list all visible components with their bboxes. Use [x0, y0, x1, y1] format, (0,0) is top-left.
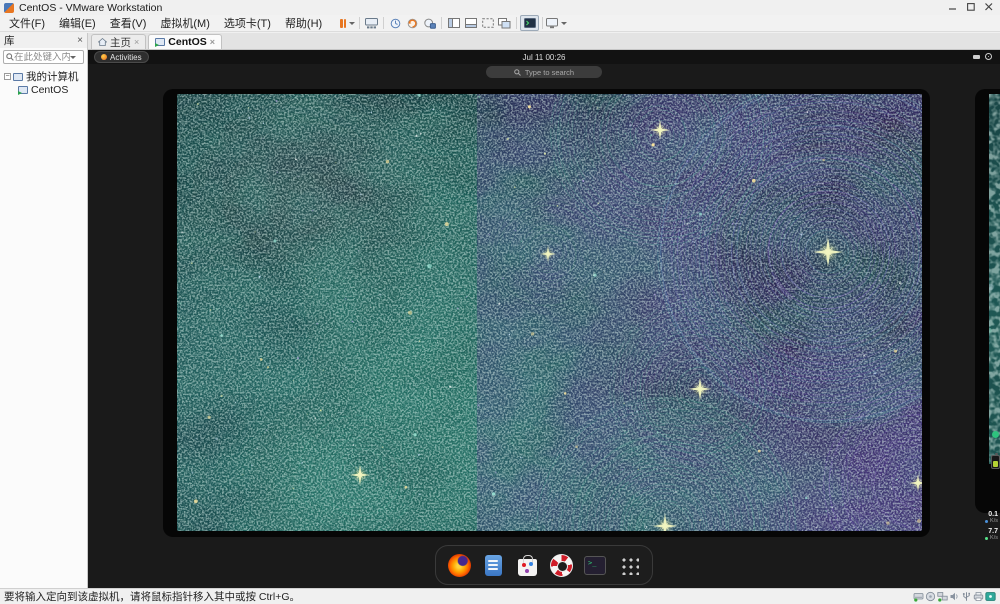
dock-software-icon[interactable] — [515, 553, 539, 577]
tab-home[interactable]: 主页 × — [91, 34, 146, 49]
show-library-button[interactable] — [445, 16, 462, 31]
maximize-button[interactable] — [962, 0, 980, 14]
menu-file[interactable]: 文件(F) — [2, 15, 52, 31]
keyboard-icon — [365, 18, 378, 29]
upload-speed-value: 7.7 — [985, 528, 998, 535]
wallpaper-image — [177, 94, 922, 531]
library-title: 库 — [4, 33, 15, 48]
menu-view[interactable]: 查看(V) — [103, 15, 154, 31]
clock-menu[interactable]: Jul 11 00:26 — [88, 53, 1000, 62]
revert-snapshot-button[interactable] — [404, 16, 421, 31]
full-screen-button[interactable] — [479, 16, 496, 31]
chevron-down-icon — [561, 22, 567, 25]
network-adapter-icon[interactable] — [937, 591, 948, 602]
snapshot-manager-button[interactable] — [421, 16, 438, 31]
title-bar: CentOS - VMware Workstation — [0, 0, 1000, 15]
computer-icon — [13, 73, 23, 81]
status-bar: 要将输入定向到该虚拟机，请将鼠标指针移入其中或按 Ctrl+G。 — [0, 588, 1000, 604]
vmware-logo-icon — [4, 3, 14, 13]
minimize-button[interactable] — [944, 0, 962, 14]
tree-expander-icon[interactable]: − — [4, 73, 11, 80]
netspeed-indicator: 0.1 K/s 7.7 K/s — [985, 511, 998, 544]
dock-files-icon[interactable] — [481, 553, 505, 577]
status-dot-icon — [992, 431, 999, 438]
snapshot-clock-icon — [390, 18, 401, 29]
upload-arrow-icon — [985, 537, 988, 540]
volume-icon — [973, 55, 980, 59]
pause-icon — [340, 19, 343, 28]
dock-terminal-icon[interactable]: >_ — [583, 553, 607, 577]
download-speed-value: 0.1 — [985, 511, 998, 518]
cd-rom-icon[interactable] — [925, 591, 936, 602]
bottom-bar-icon — [465, 18, 477, 28]
pause-vm-button[interactable] — [339, 16, 356, 31]
snapshot-manager-icon — [424, 18, 436, 29]
gnome-top-bar: Activities Jul 11 00:26 — [88, 50, 1000, 64]
hard-disk-icon[interactable] — [913, 591, 924, 602]
take-snapshot-button[interactable] — [387, 16, 404, 31]
overview-search-entry[interactable]: Type to search — [486, 66, 602, 78]
menu-tabs[interactable]: 选项卡(T) — [217, 15, 278, 31]
menu-toolbar-row: 文件(F) 编辑(E) 查看(V) 虚拟机(M) 选项卡(T) 帮助(H) — [0, 15, 1000, 32]
message-log-icon[interactable] — [985, 591, 996, 602]
gnome-dash-dock: >_ — [435, 545, 653, 585]
show-thumbnail-bar-button[interactable] — [462, 16, 479, 31]
sound-icon[interactable] — [949, 591, 960, 602]
menu-edit[interactable]: 编辑(E) — [52, 15, 103, 31]
window-preview-side[interactable] — [975, 89, 1000, 513]
unity-windows-icon — [498, 18, 511, 29]
tab-close-icon[interactable]: × — [210, 37, 215, 47]
unity-mode-button[interactable] — [496, 16, 513, 31]
send-ctrl-alt-del-button[interactable] — [363, 16, 380, 31]
menu-help[interactable]: 帮助(H) — [278, 15, 329, 31]
status-message: 要将输入定向到该虚拟机，请将鼠标指针移入其中或按 Ctrl+G。 — [4, 589, 913, 604]
vm-running-icon — [18, 86, 28, 94]
device-status-icons — [913, 591, 996, 602]
search-icon — [6, 53, 14, 61]
library-sidebar: 库 × − 我的计算机 CentOS — [0, 33, 88, 588]
download-arrow-icon — [985, 520, 988, 523]
side-wallpaper-strip — [989, 94, 1000, 464]
dock-show-apps-icon[interactable] — [617, 553, 641, 577]
library-search-input[interactable] — [14, 52, 70, 63]
console-view-button[interactable] — [520, 15, 539, 31]
window-title: CentOS - VMware Workstation — [19, 2, 162, 14]
monitor-capture-icon — [546, 18, 558, 29]
printer-icon[interactable] — [973, 591, 984, 602]
window-preview-desktop[interactable] — [163, 89, 930, 537]
close-button[interactable] — [980, 0, 998, 14]
dock-help-icon[interactable] — [549, 553, 573, 577]
search-icon — [514, 69, 521, 76]
tab-centos[interactable]: CentOS × — [148, 34, 222, 49]
vm-console-screen[interactable]: Activities Jul 11 00:26 Type to search — [88, 50, 1000, 588]
tab-close-icon[interactable]: × — [134, 37, 139, 47]
battery-icon — [991, 455, 1000, 469]
library-close-button[interactable]: × — [77, 36, 83, 46]
menu-vm[interactable]: 虚拟机(M) — [153, 15, 217, 31]
vmware-workstation-window: { "window": { "title": "CentOS - VMware … — [0, 0, 1000, 604]
dock-firefox-icon[interactable] — [447, 553, 471, 577]
vm-running-icon — [155, 38, 165, 46]
chevron-down-icon — [349, 22, 355, 25]
usb-icon[interactable] — [961, 591, 972, 602]
tab-bar: 主页 × CentOS × — [88, 33, 1000, 50]
capture-screen-button[interactable] — [546, 16, 567, 31]
tree-item-my-computer[interactable]: − 我的计算机 — [2, 70, 85, 83]
tree-item-centos[interactable]: CentOS — [2, 83, 85, 96]
system-status-area[interactable] — [973, 53, 992, 60]
library-search-box[interactable] — [3, 50, 84, 64]
vm-tree: − 我的计算机 CentOS — [0, 66, 87, 100]
power-icon — [985, 53, 992, 60]
home-icon — [98, 38, 107, 46]
chevron-down-icon — [70, 56, 76, 59]
console-icon — [524, 18, 536, 28]
split-pane-icon — [448, 18, 460, 28]
revert-clock-icon — [407, 18, 418, 29]
fullscreen-brackets-icon — [482, 18, 494, 28]
